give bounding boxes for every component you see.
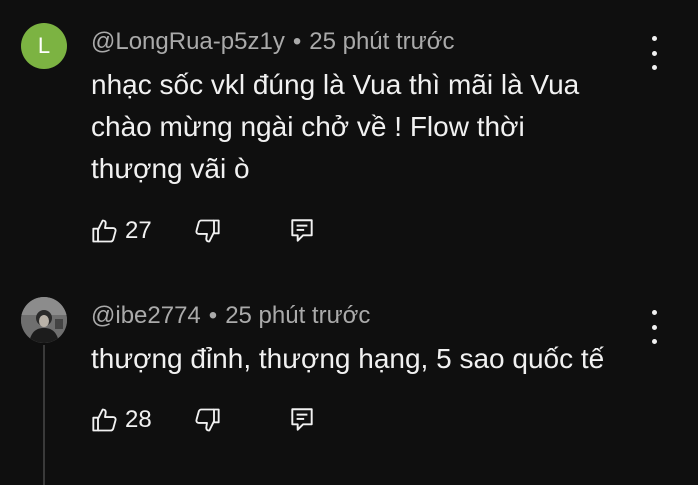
comment-text-line: nhạc sốc vkl đúng là Vua thì mãi là Vua	[91, 69, 580, 100]
comment-text-line: thượng đỉnh, thượng hạng, 5 sao quốc tế	[91, 343, 605, 374]
thumbs-up-icon	[91, 217, 119, 245]
dislike-button[interactable]	[193, 215, 221, 247]
comment-time[interactable]: 25 phút trước	[309, 28, 454, 55]
reply-comment-icon	[289, 217, 315, 245]
reply-comment-icon	[289, 406, 315, 434]
avatar-letter: L	[37, 33, 51, 58]
like-count: 28	[125, 406, 152, 433]
comment-meta: @ibe2774 • 25 phút trước	[91, 302, 370, 330]
comment-text-line: chào mừng ngài chở về ! Flow thời	[91, 111, 525, 142]
avatar[interactable]: L	[21, 23, 67, 69]
meta-separator: •	[208, 302, 218, 329]
avatar-photo	[21, 297, 67, 343]
comment-time[interactable]: 25 phút trước	[225, 302, 370, 329]
comment-actions: 27	[91, 215, 331, 247]
comment-text-line: thượng vãi ò	[91, 153, 250, 184]
reply-button[interactable]	[289, 404, 315, 436]
thread-line	[43, 345, 45, 485]
meta-separator: •	[292, 28, 302, 55]
author-name[interactable]: @ibe2774	[91, 302, 201, 329]
reply-button[interactable]	[289, 215, 315, 247]
comment-text: nhạc sốc vkl đúng là Vua thì mãi là Vua …	[91, 64, 651, 190]
thumbs-down-icon	[193, 406, 221, 434]
like-button[interactable]: 27	[91, 215, 152, 247]
like-button[interactable]: 28	[91, 404, 152, 436]
thumbs-up-icon	[91, 406, 119, 434]
like-count: 27	[125, 217, 152, 244]
comment-text: thượng đỉnh, thượng hạng, 5 sao quốc tế	[91, 338, 651, 380]
comment-actions: 28	[91, 404, 331, 436]
avatar[interactable]	[21, 297, 67, 343]
thumbs-down-icon	[193, 217, 221, 245]
comment-meta: @LongRua-p5z1y • 25 phút trước	[91, 28, 454, 56]
author-name[interactable]: @LongRua-p5z1y	[91, 28, 285, 55]
dislike-button[interactable]	[193, 404, 221, 436]
